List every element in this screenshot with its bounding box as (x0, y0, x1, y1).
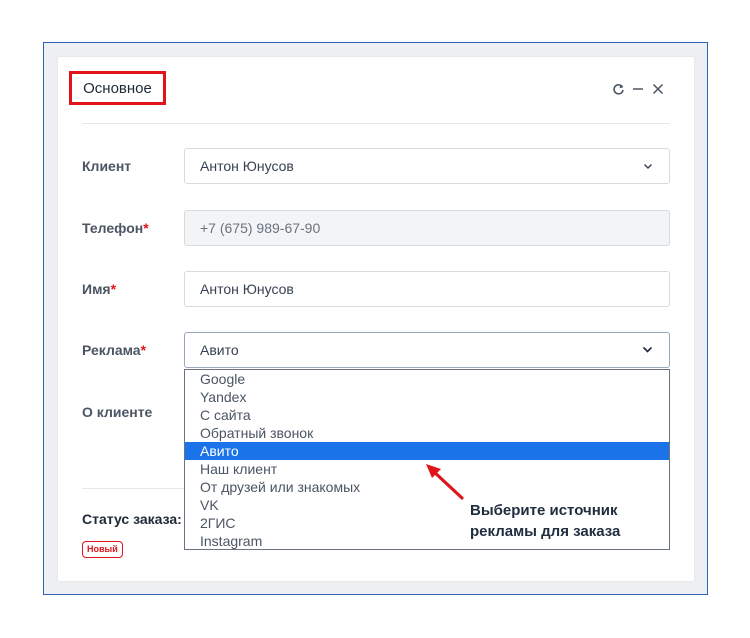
client-select[interactable]: Антон Юнусов (184, 148, 670, 184)
header-divider (82, 123, 670, 124)
ads-option[interactable]: Google (185, 370, 669, 388)
required-mark: * (110, 281, 117, 297)
phone-field[interactable]: +7 (675) 989-67-90 (184, 210, 670, 246)
name-label: Имя* (82, 281, 117, 297)
panel-title: Основное (69, 71, 166, 105)
refresh-icon[interactable] (611, 82, 625, 96)
about-label: О клиенте (82, 404, 153, 420)
window-controls (611, 82, 665, 96)
name-field[interactable]: Антон Юнусов (184, 271, 670, 307)
annotation-text: Выберите источник рекламы для заказа (470, 500, 620, 542)
required-mark: * (143, 220, 149, 236)
annotation-arrow-icon (426, 464, 464, 500)
ads-option[interactable]: Yandex (185, 388, 669, 406)
section-divider (82, 488, 192, 489)
client-value: Антон Юнусов (200, 158, 294, 174)
annotation-line1: Выберите источник (470, 502, 618, 519)
phone-value: +7 (675) 989-67-90 (200, 220, 321, 236)
phone-label: Телефон* (82, 220, 149, 236)
minimize-icon[interactable] (631, 82, 645, 96)
name-value: Антон Юнусов (200, 281, 294, 297)
ads-select[interactable]: Авито (184, 332, 670, 368)
client-label: Клиент (82, 158, 132, 174)
annotation-line2: рекламы для заказа (470, 523, 621, 540)
ads-option[interactable]: С сайта (185, 406, 669, 424)
ads-option[interactable]: Обратный звонок (185, 424, 669, 442)
order-status-label: Статус заказа: (82, 511, 182, 527)
chevron-down-icon (643, 159, 653, 173)
ads-label: Реклама* (82, 342, 147, 358)
required-mark: * (140, 342, 147, 358)
ads-value: Авито (200, 342, 239, 358)
chevron-down-icon (642, 343, 653, 357)
close-icon[interactable] (651, 82, 665, 96)
status-badge: Новый (82, 541, 123, 558)
